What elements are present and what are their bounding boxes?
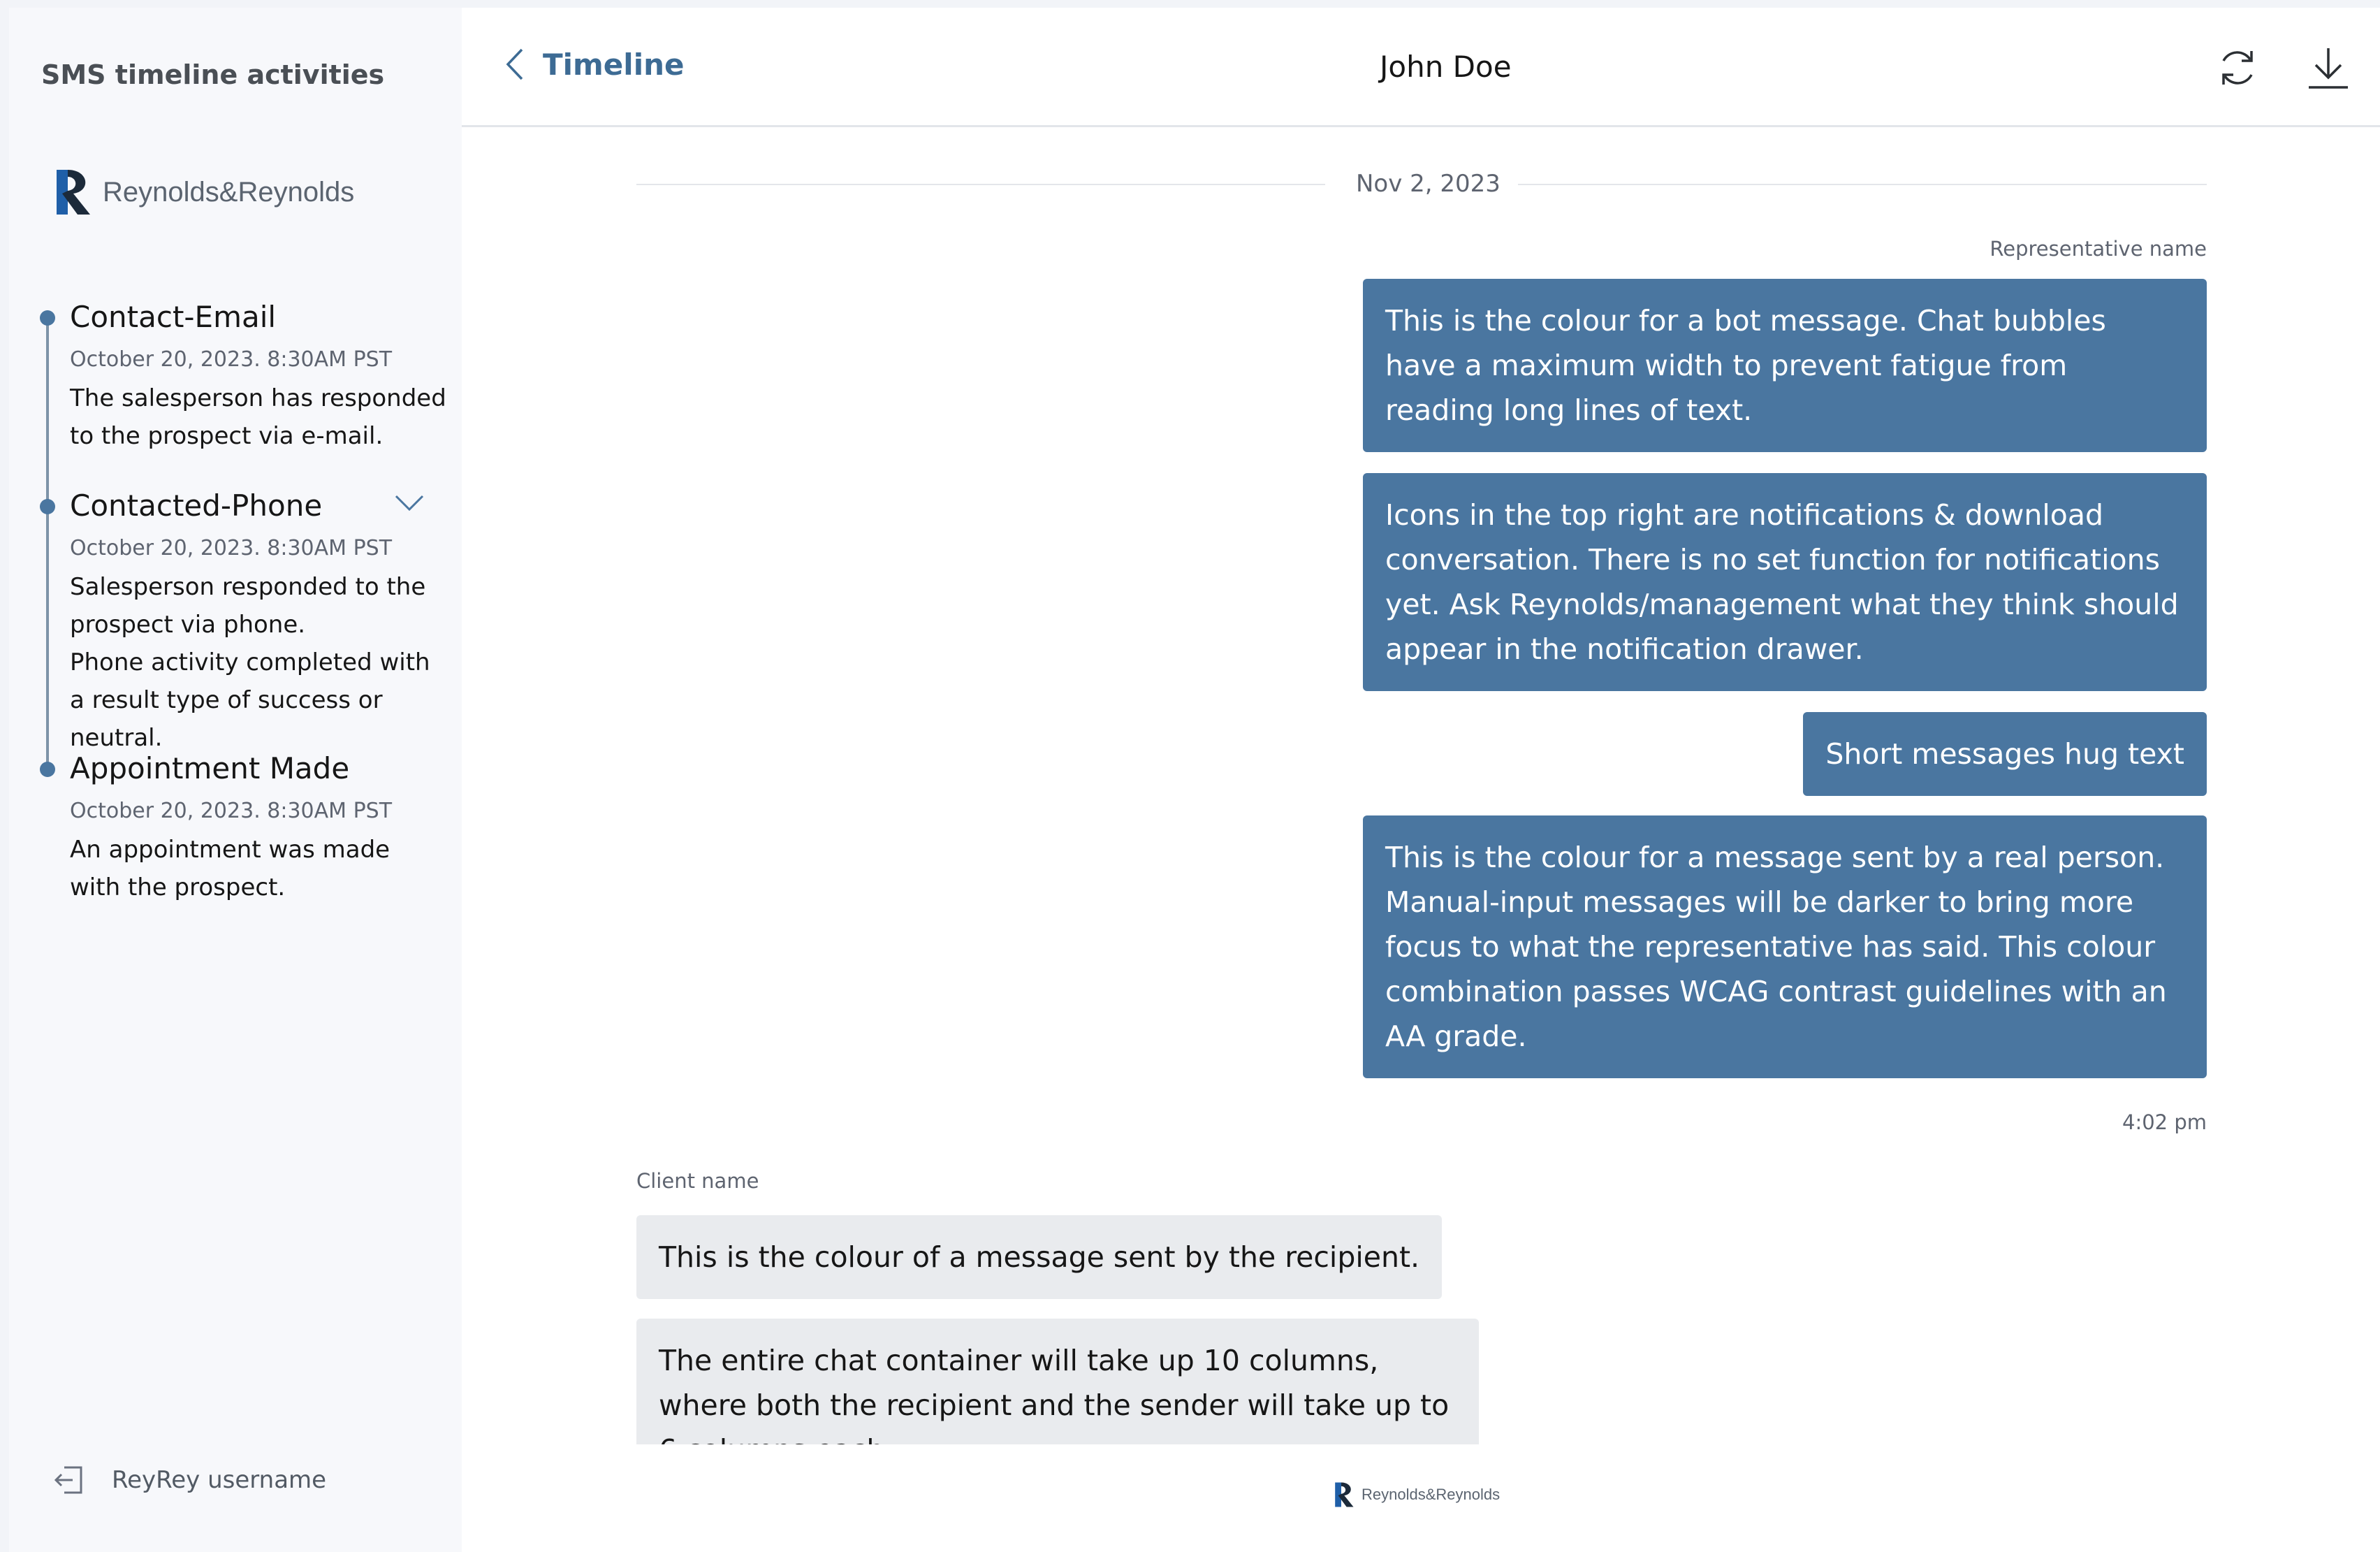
timeline-dot	[40, 310, 55, 326]
reynolds-logo-icon	[57, 170, 90, 215]
timeline-item-date: October 20, 2023. 8:30AM PST	[70, 347, 393, 372]
timeline-item-description: The salesperson has responded to the pro…	[70, 384, 446, 450]
timeline-description-line: Salesperson responded to the prospect vi…	[70, 573, 426, 639]
timeline-item-description: Salesperson responded to the prospect vi…	[70, 568, 447, 757]
timeline-item-date: October 20, 2023. 8:30AM PST	[70, 536, 393, 560]
username-label: ReyRey username	[112, 1466, 327, 1494]
sidebar-title: SMS timeline activities	[41, 59, 385, 90]
date-rule-right	[1518, 184, 2207, 185]
logo-wordmark: Reynolds&Reynolds	[103, 176, 355, 208]
client-name-label: Client name	[636, 1169, 759, 1193]
sidebar: SMS timeline activities Reynolds&Reynold…	[9, 8, 462, 1552]
back-label: Timeline	[543, 47, 685, 82]
outgoing-message: Icons in the top right are notifications…	[1363, 473, 2207, 691]
back-to-timeline-button[interactable]: Timeline	[504, 47, 684, 82]
logout-button[interactable]: ReyRey username	[53, 1465, 326, 1495]
footer-logo-wordmark: Reynolds&Reynolds	[1361, 1486, 1501, 1503]
outgoing-message: This is the colour for a message sent by…	[1363, 815, 2207, 1078]
timeline-item-description: An appointment was made with the prospec…	[70, 836, 390, 901]
representative-name-label: Representative name	[1990, 237, 2207, 261]
timeline-item-title: Contacted-Phone	[70, 488, 323, 523]
timeline-dot	[40, 499, 55, 514]
incoming-message: The entire chat container will take up 1…	[636, 1319, 1479, 1444]
timeline-line	[46, 319, 49, 767]
refresh-icon[interactable]	[2215, 45, 2260, 90]
download-icon[interactable]	[2306, 45, 2351, 90]
timeline-item-title: Contact-Email	[70, 300, 277, 334]
date-separator: Nov 2, 2023	[636, 170, 2207, 198]
conversation-date: Nov 2, 2023	[1356, 170, 1501, 198]
chat-header: Timeline John Doe	[462, 8, 2380, 127]
reynolds-logo-icon	[1335, 1482, 1354, 1507]
timeline-item-title: Appointment Made	[70, 751, 350, 785]
contact-name: John Doe	[1380, 50, 1512, 84]
timeline-dot	[40, 762, 55, 777]
outgoing-message: Short messages hug text	[1803, 712, 2207, 796]
timeline-item-date: October 20, 2023. 8:30AM PST	[70, 799, 393, 823]
chevron-down-icon[interactable]	[394, 494, 425, 512]
incoming-message: This is the colour of a message sent by …	[636, 1215, 1443, 1299]
logout-icon	[54, 1466, 82, 1494]
chevron-left-icon	[506, 48, 523, 80]
message-timestamp: 4:02 pm	[2122, 1110, 2207, 1134]
sidebar-logo: Reynolds&Reynolds	[54, 167, 354, 217]
chat-panel: Timeline John Doe Nov 2, 2023 Representa…	[462, 8, 2380, 1552]
outgoing-message: This is the colour for a bot message. Ch…	[1363, 279, 2207, 452]
chat-container[interactable]: Nov 2, 2023 Representative name This is …	[636, 142, 2207, 1444]
timeline-description-line: Phone activity completed with a result t…	[70, 648, 430, 752]
date-rule-left	[636, 184, 1325, 185]
